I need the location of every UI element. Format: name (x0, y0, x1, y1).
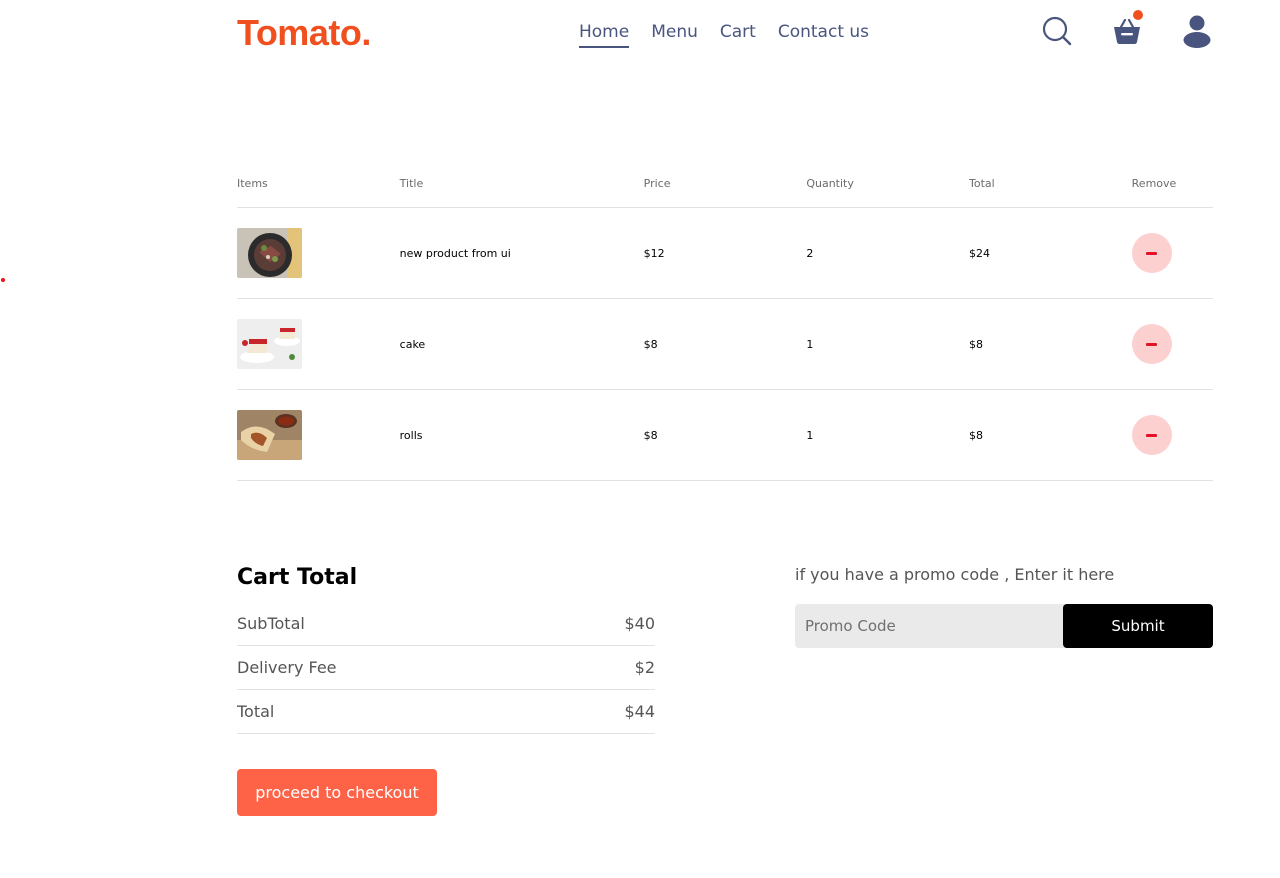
promo-box: Submit (795, 604, 1213, 648)
basket-icon[interactable] (1111, 10, 1143, 48)
nav-item-menu[interactable]: Menu (651, 22, 698, 48)
item-price: $12 (643, 246, 665, 260)
minus-icon (1146, 433, 1158, 437)
item-image (237, 319, 400, 369)
item-title: rolls (399, 428, 423, 442)
table-row: cake $8 1 $8 (237, 299, 1213, 390)
promo-section: if you have a promo code , Enter it here… (795, 565, 1213, 648)
cake-thumbnail (237, 319, 302, 369)
header-quantity: Quantity (806, 177, 854, 190)
delivery-fee-row: Delivery Fee $2 (237, 646, 655, 690)
logo[interactable]: Tomato. (237, 12, 371, 54)
header-total: Total (969, 177, 995, 190)
cart-indicator-dot (1133, 10, 1143, 20)
total-row: Total $44 (237, 690, 655, 734)
item-title: cake (399, 337, 426, 351)
delivery-fee-value: $2 (634, 658, 655, 677)
header-price: Price (643, 177, 671, 190)
total-label: Total (237, 702, 275, 721)
total-value: $44 (624, 702, 655, 721)
salad-thumbnail (237, 228, 302, 278)
item-quantity: 1 (806, 428, 814, 442)
header-items: Items (237, 177, 268, 190)
subtotal-value: $40 (624, 614, 655, 633)
nav-icons (1041, 10, 1213, 48)
header-remove: Remove (1131, 177, 1177, 190)
item-total: $8 (969, 428, 983, 442)
nav-item-cart[interactable]: Cart (720, 22, 756, 48)
nav-item-contact[interactable]: Contact us (778, 22, 869, 48)
stray-dot (1, 278, 5, 282)
profile-icon[interactable] (1181, 14, 1213, 48)
minus-icon (1146, 251, 1158, 255)
cart-items-table: Items Title Price Quantity Total Remove … (237, 160, 1213, 481)
subtotal-label: SubTotal (237, 614, 305, 633)
table-row: rolls $8 1 $8 (237, 390, 1213, 481)
delivery-fee-label: Delivery Fee (237, 658, 337, 677)
item-total: $8 (969, 337, 983, 351)
nav-menu: Home Menu Cart Contact us (579, 22, 869, 48)
table-header: Items Title Price Quantity Total Remove (237, 160, 1213, 208)
promo-code-input[interactable] (795, 604, 1063, 648)
remove-item-button[interactable] (1131, 233, 1172, 273)
promo-submit-button[interactable]: Submit (1063, 604, 1213, 648)
subtotal-row: SubTotal $40 (237, 602, 655, 646)
item-price: $8 (643, 337, 658, 351)
checkout-button[interactable]: proceed to checkout (237, 769, 437, 816)
item-price: $8 (643, 428, 658, 442)
item-title: new product from ui (399, 246, 511, 260)
minus-icon (1146, 342, 1158, 346)
cart-total-heading: Cart Total (237, 565, 358, 590)
nav-item-home[interactable]: Home (579, 22, 630, 48)
item-quantity: 2 (806, 246, 814, 260)
header-title: Title (399, 177, 424, 190)
item-quantity: 1 (806, 337, 814, 351)
table-row: new product from ui $12 2 $24 (237, 208, 1213, 299)
cart-total-section: Cart Total SubTotal $40 Delivery Fee $2 … (237, 565, 655, 816)
item-image (237, 410, 400, 460)
promo-prompt: if you have a promo code , Enter it here (795, 565, 1115, 584)
remove-item-button[interactable] (1131, 324, 1172, 364)
search-icon[interactable] (1041, 14, 1073, 48)
item-image (237, 228, 400, 278)
remove-item-button[interactable] (1131, 415, 1172, 455)
item-total: $24 (969, 246, 990, 260)
navbar: Tomato. Home Menu Cart Contact us (237, 0, 1213, 70)
rolls-thumbnail (237, 410, 302, 460)
